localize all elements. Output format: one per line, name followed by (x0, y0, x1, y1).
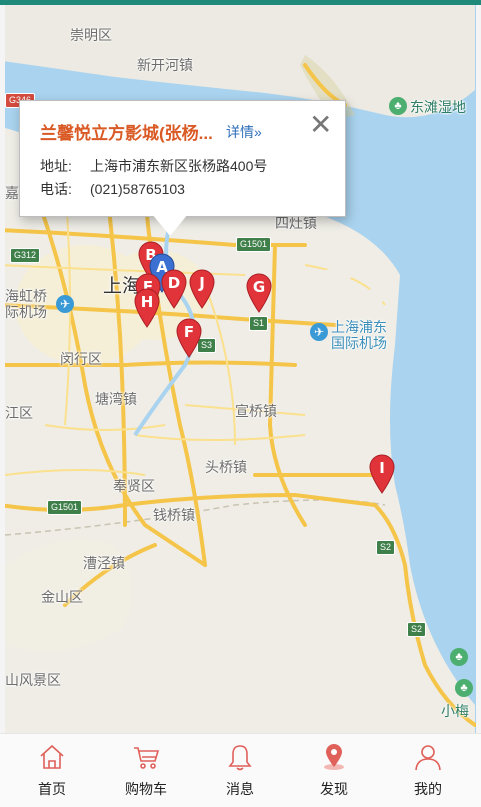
details-link[interactable]: 详情» (226, 122, 262, 142)
tab-cart[interactable]: 购物车 (98, 734, 194, 807)
airport-icon: ✈ (310, 323, 328, 341)
tab-label: 首页 (38, 781, 66, 797)
map-marker-i[interactable]: I (368, 454, 396, 494)
road-sign: S1 (249, 316, 269, 331)
place-label: 海虹桥 际机场 (5, 288, 47, 320)
phone-row: 电话: (021)58765103 (40, 179, 185, 199)
place-label: 塘湾镇 (95, 391, 137, 407)
map-marker-d[interactable]: D (160, 269, 188, 309)
address-row: 地址: 上海市浦东新区张杨路400号 (40, 156, 267, 176)
marker-label: F (183, 323, 195, 341)
place-label: 新开河镇 (137, 57, 193, 73)
airport-icon: ✈ (56, 295, 74, 313)
marker-label: J (199, 274, 205, 292)
cinema-title[interactable]: 兰馨悦立方影城(张杨... (40, 119, 213, 144)
info-window-pointer (152, 214, 188, 236)
road-sign: G312 (10, 248, 41, 263)
park-icon: ♣ (455, 679, 473, 697)
marker-label: H (140, 293, 154, 311)
phone-label: 电话: (40, 181, 72, 197)
bell-icon (228, 745, 252, 771)
marker-label: I (379, 459, 385, 477)
map-marker-j[interactable]: J (188, 269, 216, 309)
place-label: 东滩湿地 (410, 99, 466, 115)
place-label: 头桥镇 (205, 459, 247, 475)
road-sign: G1501 (47, 500, 83, 515)
road-sign: S2 (407, 622, 427, 637)
place-label: 崇明区 (70, 27, 112, 43)
marker-label: G (252, 278, 266, 296)
place-label: 小梅 (441, 703, 469, 719)
tab-home[interactable]: 首页 (4, 734, 100, 807)
place-label: 闵行区 (60, 351, 102, 367)
place-label: 宣桥镇 (235, 403, 277, 419)
discover-pin-icon (324, 744, 344, 770)
tab-label: 我的 (414, 781, 442, 797)
marker-label: D (167, 274, 181, 292)
road-sign: S2 (376, 540, 396, 555)
bottom-tab-bar: 首页 购物车 消息 发现 我的 (0, 733, 481, 807)
address-value: 上海市浦东新区张杨路400号 (90, 158, 268, 174)
right-edge (476, 5, 481, 733)
road-sign: G1501 (236, 237, 272, 252)
tab-discover[interactable]: 发现 (286, 734, 382, 807)
map-marker-g[interactable]: G (245, 273, 273, 313)
home-icon (40, 744, 64, 769)
place-label: 金山区 (41, 589, 83, 605)
phone-value[interactable]: (021)58765103 (90, 181, 185, 197)
map-marker-h[interactable]: H (133, 288, 161, 328)
user-icon (415, 745, 441, 771)
tab-label: 发现 (320, 781, 348, 797)
tab-profile[interactable]: 我的 (380, 734, 476, 807)
tab-label: 购物车 (125, 781, 167, 797)
info-window: 兰馨悦立方影城(张杨... 详情» ✕ 地址: 上海市浦东新区张杨路400号 电话… (19, 100, 346, 217)
place-label: 漕泾镇 (83, 555, 125, 571)
cart-icon (134, 747, 160, 769)
place-label: 江区 (5, 405, 33, 421)
tab-label: 消息 (226, 781, 254, 797)
place-label: 钱桥镇 (153, 507, 195, 523)
park-icon: ♣ (450, 648, 468, 666)
place-label: 上海浦东国际机场 (331, 319, 387, 351)
close-icon[interactable]: ✕ (309, 111, 332, 139)
place-label: 奉贤区 (113, 478, 155, 494)
park-icon: ♣ (389, 97, 407, 115)
address-label: 地址: (40, 158, 72, 174)
place-label: 山风景区 (5, 672, 61, 688)
map-marker-f[interactable]: F (175, 318, 203, 358)
tab-messages[interactable]: 消息 (192, 734, 288, 807)
